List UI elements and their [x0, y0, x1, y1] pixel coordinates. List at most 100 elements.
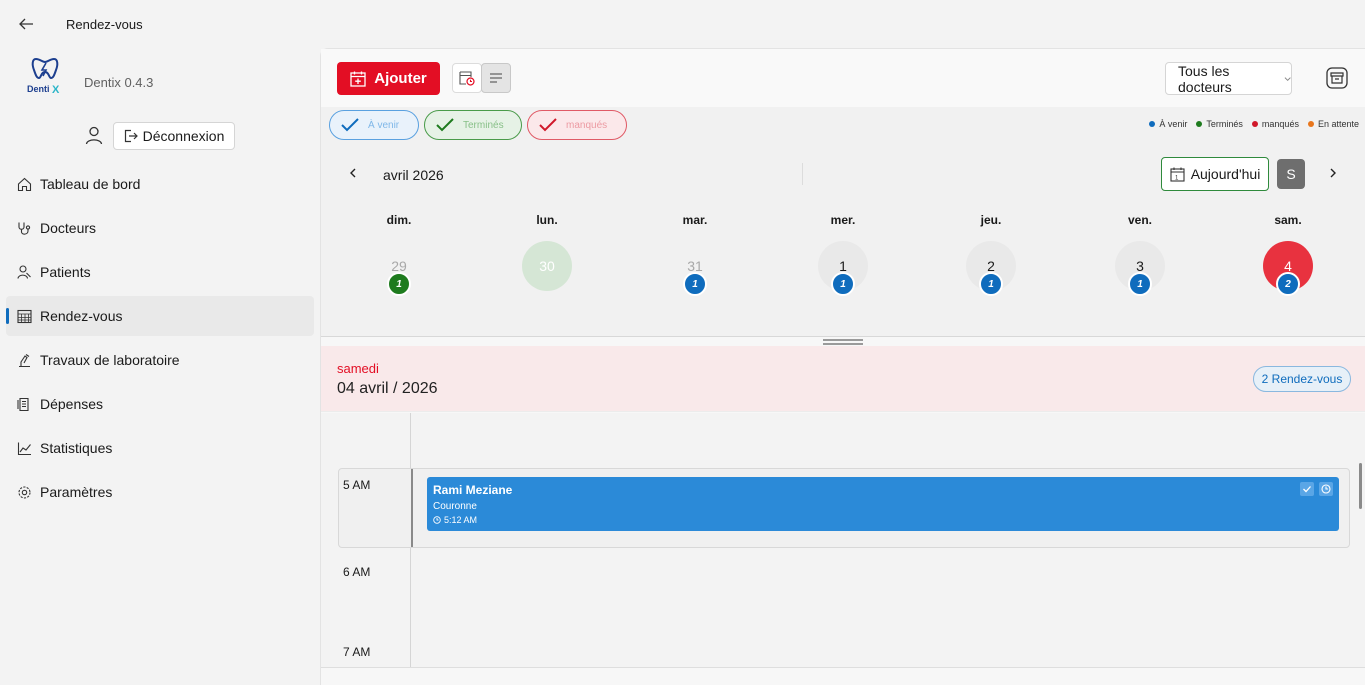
today-button[interactable]: 1 Aujourd'hui: [1161, 157, 1269, 191]
archive-button[interactable]: [1325, 65, 1349, 91]
day-number: 30: [539, 258, 555, 274]
day-cell[interactable]: 29 1: [374, 241, 424, 296]
arrow-left-icon: [19, 18, 33, 30]
day-cell[interactable]: 3 1: [1115, 241, 1165, 296]
legend-label: En attente: [1317, 119, 1359, 129]
mark-done-button[interactable]: [1300, 482, 1314, 496]
appointment-actions: [1300, 482, 1333, 496]
legend-dot: [1149, 121, 1156, 127]
appointment-card[interactable]: Rami Meziane Couronne 5:12 AM: [427, 477, 1339, 531]
day-name: jeu.: [980, 213, 1002, 227]
selected-day-header: samedi 04 avril / 2026 2 Rendez-vous: [321, 346, 1365, 412]
legend-dot: [1196, 121, 1203, 127]
sidebar: Denti X Dentix 0.4.3 Déconnexion Tableau…: [0, 48, 320, 685]
receipt-icon: [16, 396, 32, 412]
add-appointment-button[interactable]: Ajouter: [337, 62, 440, 95]
time-gutter: [411, 469, 413, 547]
appointment-count-badge: 1: [387, 272, 411, 296]
appointment-count-badge: 2: [1276, 272, 1300, 296]
today-label: Aujourd'hui: [1190, 166, 1261, 182]
legend-label: À venir: [1159, 119, 1188, 129]
toolbar: Ajouter Tous les docteurs: [321, 49, 1365, 107]
chevron-right-icon: [1330, 168, 1336, 178]
day-name: mer.: [830, 213, 856, 227]
legend-item: En attente: [1307, 119, 1359, 129]
sidebar-item-statistics[interactable]: Statistiques: [6, 428, 314, 468]
day-cell[interactable]: 1 1: [818, 241, 868, 296]
sidebar-item-label: Paramètres: [40, 484, 113, 500]
sidebar-item-doctors[interactable]: Docteurs: [6, 208, 314, 248]
sidebar-item-appointments[interactable]: Rendez-vous: [6, 296, 314, 336]
sidebar-item-settings[interactable]: Paramètres: [6, 472, 314, 512]
day-cell[interactable]: 31 1: [670, 241, 720, 296]
reschedule-button[interactable]: [1319, 482, 1333, 496]
back-button[interactable]: [14, 12, 38, 36]
chart-icon: [16, 440, 32, 456]
logout-button[interactable]: Déconnexion: [113, 122, 235, 150]
sidebar-item-patients[interactable]: Patients: [6, 252, 314, 292]
calendar-today-icon: 1: [1170, 167, 1185, 182]
sidebar-item-label: Docteurs: [40, 220, 97, 236]
sidebar-item-lab-work[interactable]: Travaux de laboratoire: [6, 340, 314, 380]
scrollbar-thumb[interactable]: [1359, 463, 1362, 509]
calendar-view-button[interactable]: [452, 63, 482, 93]
legend-item: Terminés: [1196, 119, 1243, 129]
gear-icon: [16, 484, 32, 500]
day-cell[interactable]: 2 1: [966, 241, 1016, 296]
calendar-icon: [16, 308, 32, 324]
next-month-button[interactable]: [1325, 165, 1341, 181]
appointment-time: 5:12 AM: [433, 515, 1333, 525]
day-name: dim.: [386, 213, 412, 227]
legend-item: À venir: [1149, 119, 1187, 129]
view-mode-button[interactable]: S: [1277, 159, 1305, 189]
filter-label: Terminés: [463, 119, 504, 131]
logout-icon: [124, 129, 138, 143]
selected-weekday: samedi: [337, 361, 379, 376]
sidebar-item-label: Patients: [40, 264, 91, 280]
stethoscope-icon: [16, 220, 32, 236]
chevron-down-icon: [1284, 76, 1291, 81]
list-view-button[interactable]: [481, 63, 511, 93]
prev-month-button[interactable]: [345, 165, 361, 181]
appointment-count-badge: 1: [1128, 272, 1152, 296]
archive-icon: [1326, 67, 1348, 89]
svg-text:Denti: Denti: [27, 84, 50, 94]
appointment-count-badge: 1: [979, 272, 1003, 296]
lab-icon: [16, 352, 32, 368]
appointment-time-value: 5:12 AM: [444, 515, 478, 525]
sidebar-item-dashboard[interactable]: Tableau de bord: [6, 164, 314, 204]
day-column: mer. 1 1: [793, 213, 893, 303]
day-column: dim. 29 1: [349, 213, 449, 303]
treatment-type: Couronne: [433, 501, 477, 512]
patient-name: Rami Meziane: [433, 483, 513, 497]
day-cell[interactable]: 4 2: [1263, 241, 1313, 296]
home-icon: [16, 176, 32, 192]
calendar-clock-icon: [459, 71, 475, 86]
chevron-left-icon: [350, 168, 356, 178]
check-icon: [539, 118, 557, 132]
clock-icon: [1321, 484, 1331, 494]
svg-text:X: X: [52, 84, 60, 96]
divider: [802, 163, 803, 185]
filter-label: À venir: [368, 119, 400, 131]
legend-dot: [1251, 121, 1258, 127]
legend-item: manqués: [1251, 119, 1299, 129]
app-version: Dentix 0.4.3: [84, 75, 154, 90]
filter-upcoming[interactable]: À venir: [329, 110, 419, 140]
day-cell[interactable]: 30: [522, 241, 572, 291]
day-column: lun. 30: [497, 213, 597, 303]
month-label: avril 2026: [383, 167, 444, 183]
panel-splitter[interactable]: [321, 336, 1365, 346]
sidebar-item-label: Travaux de laboratoire: [40, 352, 180, 368]
app-logo: Denti X: [24, 56, 66, 98]
time-label: 7 AM: [343, 645, 371, 659]
add-label: Ajouter: [374, 70, 427, 87]
filter-done[interactable]: Terminés: [424, 110, 522, 140]
appointment-count-badge: 1: [683, 272, 707, 296]
sidebar-item-label: Tableau de bord: [40, 176, 141, 192]
doctor-select[interactable]: Tous les docteurs: [1165, 62, 1292, 95]
user-icon: [84, 125, 104, 145]
day-name: mar.: [682, 213, 708, 227]
sidebar-item-expenses[interactable]: Dépenses: [6, 384, 314, 424]
filter-missed[interactable]: manqués: [527, 110, 627, 140]
